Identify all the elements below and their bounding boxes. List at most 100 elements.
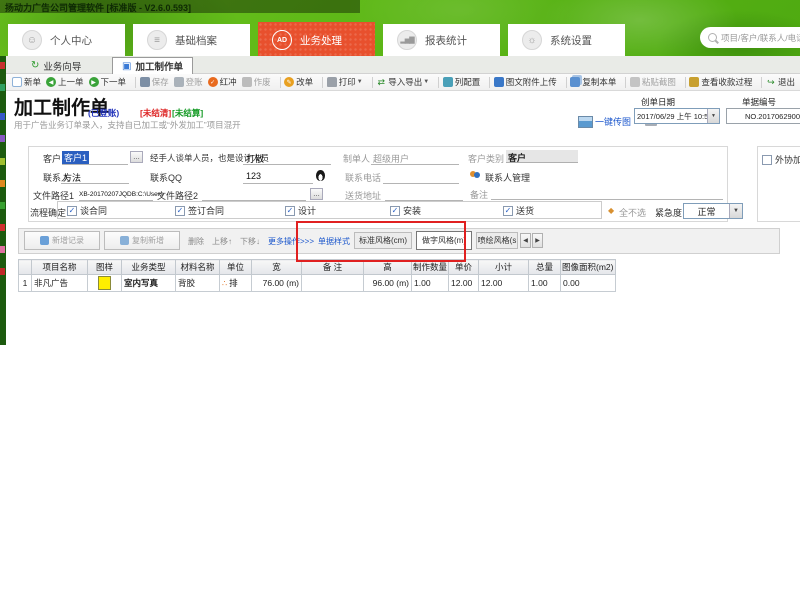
payment-icon — [689, 77, 699, 87]
file-path2-browse-button[interactable]: … — [310, 188, 323, 200]
delete-record-button[interactable]: 删除 — [188, 236, 204, 247]
nav-personal-center[interactable]: ☺ 个人中心 — [8, 24, 125, 56]
column-header[interactable]: 总量 — [529, 260, 561, 275]
customer-browse-button[interactable]: … — [130, 151, 143, 163]
post-account-button[interactable]: 登账 — [174, 76, 203, 88]
window-title: 扬动力广告公司管理软件 [标准版 - V2.6.0.593] — [5, 1, 191, 14]
column-header[interactable]: 材料名称 — [176, 260, 220, 275]
business-type-cell[interactable]: 室内写真 — [122, 275, 176, 292]
red-stamp-icon: ✓ — [208, 77, 218, 87]
customer-category-value: 客户 — [506, 150, 578, 163]
quantity-cell[interactable]: 1.00 — [412, 275, 449, 292]
desktop-icon — [0, 180, 5, 187]
column-header[interactable]: 图样 — [88, 260, 122, 275]
previous-order-button[interactable]: ◀上一单 — [46, 76, 84, 88]
column-header[interactable]: 宽 — [252, 260, 302, 275]
nav-system-settings[interactable]: ☼ 系统设置 — [508, 24, 625, 56]
person-icon: ☺ — [22, 30, 42, 50]
checkbox-sign-contract[interactable]: 签订合同 — [175, 204, 224, 217]
import-export-button[interactable]: ⇄导入导出▼ — [376, 76, 429, 88]
checkbox-install[interactable]: 安装 — [390, 204, 421, 217]
checkbox-delivery[interactable]: 送货 — [503, 204, 534, 217]
copy-order-button[interactable]: 复制本单 — [570, 76, 616, 88]
create-date-value: 2017/06/29 上午 10:5 — [635, 111, 707, 122]
next-order-button[interactable]: ▶下一单 — [89, 76, 127, 88]
paste-screenshot-button[interactable]: 粘贴截图 — [630, 76, 676, 88]
table-row[interactable]: 1 非凡广告 室内写真 背胶 ∴排 76.00 (m) 96.00 (m) 1.… — [19, 275, 616, 292]
tab-business-wizard[interactable]: ↻ 业务向导 — [22, 57, 90, 74]
ad-badge-icon: AD — [272, 30, 292, 50]
add-record-button[interactable]: 新增记录 — [24, 231, 100, 250]
material-cell[interactable]: 背胶 — [176, 275, 220, 292]
print-button[interactable]: 打印▼ — [327, 76, 363, 88]
copy-record-button[interactable]: 复制新增 — [104, 231, 180, 250]
void-button[interactable]: 作废 — [242, 76, 271, 88]
note-cell[interactable] — [302, 275, 364, 292]
create-date-picker[interactable]: 2017/06/29 上午 10:5 ▼ — [634, 108, 720, 124]
contacts-manage-link[interactable]: 联系人管理 — [485, 171, 530, 184]
project-name-cell[interactable]: 非凡广告 — [32, 275, 88, 292]
column-header[interactable]: 图像面积(m2) — [561, 260, 615, 275]
column-header[interactable]: 小计 — [479, 260, 529, 275]
sample-cell[interactable] — [88, 275, 122, 292]
checkbox-talk-contract[interactable]: 谈合同 — [67, 204, 107, 217]
save-button[interactable]: 保存 — [140, 76, 169, 88]
customer-label: 客户 — [43, 152, 61, 165]
file-path1-value[interactable]: XB-20170207JQDB:C:\Users — [79, 191, 163, 198]
clear-all-link[interactable]: 全不选 — [619, 206, 646, 219]
width-cell[interactable]: 76.00 (m) — [252, 275, 302, 292]
new-doc-icon — [12, 77, 22, 87]
nav-base-archives[interactable]: ≡ 基础档案 — [133, 24, 250, 56]
red-reverse-button[interactable]: ✓红冲 — [208, 76, 237, 88]
height-cell[interactable]: 96.00 (m) — [364, 275, 412, 292]
nav-label: 系统设置 — [550, 33, 592, 48]
nav-label: 业务处理 — [300, 33, 342, 48]
column-header[interactable]: 单位 — [220, 260, 252, 275]
column-header[interactable]: 业务类型 — [122, 260, 176, 275]
column-header[interactable]: 项目名称 — [32, 260, 88, 275]
new-order-button[interactable]: 新单 — [12, 76, 41, 88]
gear-icon: ☼ — [522, 30, 542, 50]
attachment-upload-button[interactable]: 图文附件上传 — [494, 76, 557, 88]
nav-report-statistics[interactable]: ▂▅▇ 报表统计 — [383, 24, 500, 56]
note-underline[interactable] — [491, 199, 723, 200]
document-icon: ▣ — [122, 61, 131, 72]
qq-input[interactable]: 123 — [246, 171, 261, 181]
tab-label: 加工制作单 — [135, 59, 183, 73]
tab-processing-order[interactable]: ▣ 加工制作单 — [112, 57, 193, 74]
contacts-people-icon — [470, 170, 481, 179]
row-number-header[interactable] — [19, 260, 32, 275]
posted-badge: (已登账) — [88, 107, 119, 119]
scroll-right-button[interactable]: ▶ — [532, 233, 543, 248]
phone-underline[interactable] — [383, 183, 459, 184]
move-up-button[interactable]: 上移↑ — [212, 236, 232, 247]
nav-business-processing[interactable]: AD 业务处理 — [258, 22, 375, 58]
column-config-button[interactable]: 列配置 — [443, 76, 481, 88]
unit-cell[interactable]: ∴排 — [220, 275, 252, 292]
move-down-button[interactable]: 下移↓ — [240, 236, 260, 247]
checkbox-design[interactable]: 设计 — [285, 204, 316, 217]
unbilled-badge: [未结算] — [172, 107, 203, 119]
view-payment-process-button[interactable]: 查看收款过程 — [689, 76, 752, 88]
toolbar-separator — [685, 77, 686, 88]
urgency-select[interactable]: 正常 ▼ — [683, 203, 743, 219]
unit-price-cell[interactable]: 12.00 — [449, 275, 479, 292]
subtotal-cell: 12.00 — [479, 275, 529, 292]
dropdown-arrow-icon: ▼ — [357, 79, 363, 85]
exit-button[interactable]: ↪退出 — [766, 76, 795, 88]
toolbar-separator — [322, 77, 323, 88]
qq-penguin-icon[interactable] — [316, 170, 325, 181]
toolbar-separator — [625, 77, 626, 88]
outsourcing-checkbox[interactable]: 外协加工 — [762, 153, 800, 166]
one-click-send-image-link[interactable]: 一键传图 — [595, 115, 631, 128]
prev-arrow-icon: ◀ — [46, 77, 56, 87]
toolbar-separator — [280, 77, 281, 88]
left-filler — [0, 345, 6, 600]
customer-input[interactable]: 客户1 — [62, 151, 89, 164]
global-search-input[interactable]: 项目/客户/联系人/电话 — [700, 27, 800, 48]
modify-order-button[interactable]: ✎改单 — [284, 76, 313, 88]
scroll-left-button[interactable]: ◀ — [520, 233, 531, 248]
style-inkjet-button[interactable]: 喷绘风格(s — [476, 232, 518, 249]
checkbox-checked-icon — [175, 206, 185, 216]
copy-doc-icon — [570, 77, 580, 87]
